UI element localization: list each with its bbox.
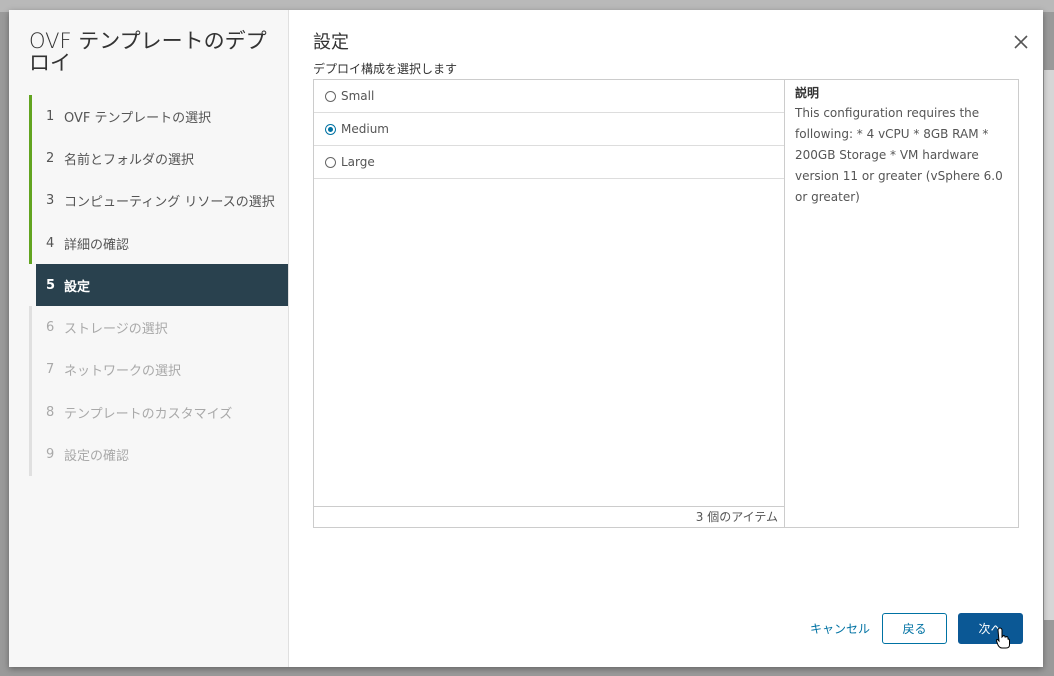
step-number: 2 bbox=[46, 150, 55, 166]
cancel-button[interactable]: キャンセル bbox=[805, 613, 875, 644]
option-label: Medium bbox=[341, 122, 389, 136]
item-count: 3 個のアイテム bbox=[314, 506, 784, 527]
step-label: 設定の確認 bbox=[64, 449, 130, 465]
step-2[interactable]: 2 名前とフォルダの選択 bbox=[29, 137, 288, 180]
step-progress-bar bbox=[29, 433, 32, 476]
step-4[interactable]: 4 詳細の確認 bbox=[29, 221, 288, 265]
option-large[interactable]: Large bbox=[314, 146, 784, 179]
step-6: 6 ストレージの選択 bbox=[29, 306, 288, 349]
step-progress-bar bbox=[29, 137, 32, 180]
step-label: 詳細の確認 bbox=[64, 237, 130, 253]
step-3[interactable]: 3 コンピューティング リソースの選択 bbox=[29, 179, 288, 222]
step-label: 設定 bbox=[64, 279, 91, 295]
option-medium[interactable]: Medium bbox=[314, 113, 784, 146]
wizard-content: 設定 デプロイ構成を選択します Small Medium Large 3 個のア… bbox=[289, 10, 1043, 667]
page-subtitle: デプロイ構成を選択します bbox=[313, 62, 458, 76]
radio-button-selected[interactable] bbox=[325, 123, 336, 135]
next-button[interactable]: 次へ bbox=[958, 613, 1023, 644]
step-number: 7 bbox=[46, 362, 55, 378]
step-label: 名前とフォルダの選択 bbox=[64, 152, 195, 168]
wizard-sidebar: OVF テンプレートのデプロイ 1 OVF テンプレートの選択 2 名前とフォルダの… bbox=[9, 10, 289, 667]
step-7: 7 ネットワークの選択 bbox=[29, 348, 288, 392]
step-label: テンプレートのカスタマイズ bbox=[64, 406, 233, 422]
wizard-steps: 1 OVF テンプレートの選択 2 名前とフォルダの選択 3 コンピューティング リソ… bbox=[29, 95, 288, 476]
background-panel bbox=[1044, 70, 1054, 620]
option-label: Small bbox=[341, 89, 375, 103]
back-button[interactable]: 戻る bbox=[882, 613, 947, 644]
step-label: コンピューティング リソースの選択 bbox=[64, 195, 275, 211]
step-progress-bar bbox=[29, 348, 32, 392]
step-1[interactable]: 1 OVF テンプレートの選択 bbox=[29, 95, 288, 138]
step-number: 3 bbox=[46, 193, 55, 209]
wizard-title: OVF テンプレートのデプロイ bbox=[29, 29, 267, 75]
description-panel: 説明 This configuration requires the follo… bbox=[795, 80, 1015, 208]
description-title: 説明 bbox=[795, 86, 820, 100]
step-number: 1 bbox=[46, 108, 55, 124]
configuration-options: Small Medium Large 3 個のアイテム bbox=[314, 80, 785, 527]
step-9: 9 設定の確認 bbox=[29, 433, 288, 476]
configuration-grid: Small Medium Large 3 個のアイテム 説明 This conf… bbox=[313, 79, 1019, 528]
step-progress-bar bbox=[29, 221, 32, 265]
step-label: OVF テンプレートの選択 bbox=[64, 110, 212, 126]
description-body: This configuration requires the followin… bbox=[795, 106, 1003, 204]
radio-button[interactable] bbox=[325, 90, 336, 102]
step-number: 9 bbox=[46, 447, 55, 463]
step-number: 8 bbox=[46, 404, 55, 420]
close-icon[interactable] bbox=[1012, 33, 1030, 51]
step-progress-bar bbox=[29, 391, 32, 434]
step-label: ネットワークの選択 bbox=[64, 364, 182, 380]
hand-cursor-icon bbox=[996, 627, 1010, 649]
step-number: 6 bbox=[46, 320, 55, 336]
step-8: 8 テンプレートのカスタマイズ bbox=[29, 391, 288, 434]
step-progress-bar bbox=[29, 306, 32, 349]
step-progress-bar bbox=[29, 179, 32, 222]
step-label: ストレージの選択 bbox=[64, 322, 168, 338]
option-small[interactable]: Small bbox=[314, 80, 784, 113]
radio-button[interactable] bbox=[325, 156, 336, 168]
deploy-ovf-dialog: OVF テンプレートのデプロイ 1 OVF テンプレートの選択 2 名前とフォルダの… bbox=[9, 10, 1043, 667]
step-5[interactable]: 5 設定 bbox=[36, 264, 288, 307]
page-title: 設定 bbox=[313, 32, 349, 53]
step-number: 4 bbox=[46, 235, 55, 251]
option-label: Large bbox=[341, 155, 375, 169]
step-progress-bar bbox=[29, 95, 32, 138]
step-number: 5 bbox=[46, 277, 56, 293]
